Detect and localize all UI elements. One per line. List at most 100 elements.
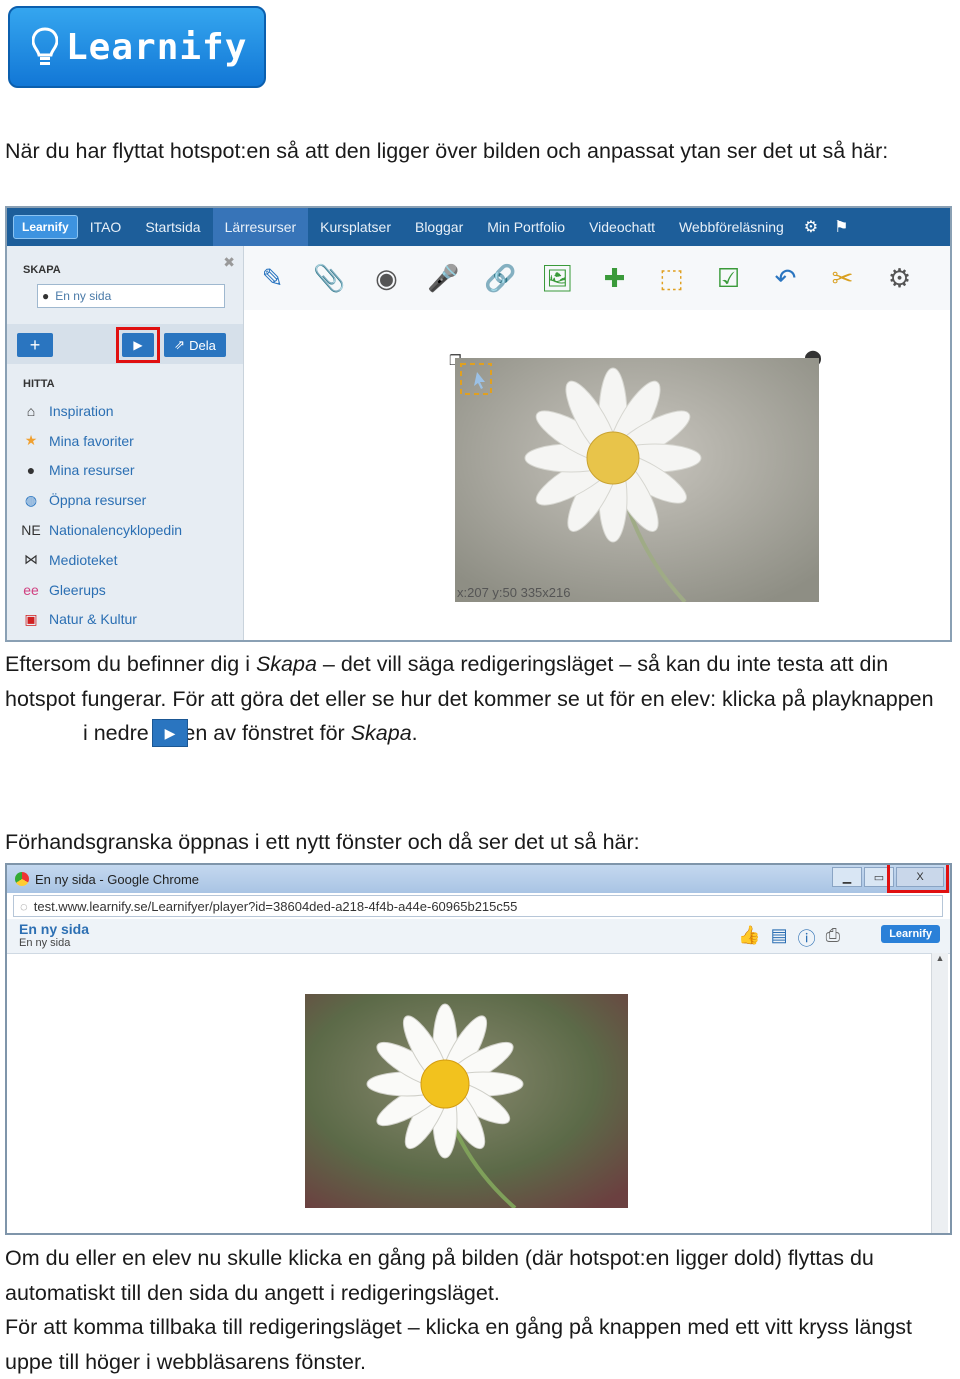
sidebar-item-label: Mina resurser bbox=[49, 462, 135, 479]
play-button-highlight bbox=[116, 327, 160, 363]
flag-icon[interactable]: ⚑ bbox=[826, 217, 856, 237]
checkbox-icon[interactable]: ☑ bbox=[700, 263, 757, 294]
print-icon[interactable]: ⎙ bbox=[826, 925, 840, 951]
minimize-button[interactable]: ▁ bbox=[832, 867, 862, 887]
skapa-paragraph: Eftersom du befinner dig i Skapa – det v… bbox=[5, 647, 955, 751]
scroll-up-icon[interactable]: ▲ bbox=[932, 953, 948, 963]
hotspot-icon[interactable]: ⬚ bbox=[643, 263, 700, 294]
url-text: test.www.learnify.se/Learnifyer/player?i… bbox=[33, 898, 518, 914]
player-logo[interactable]: Learnify bbox=[881, 925, 940, 943]
natur-kultur-icon: ▣ bbox=[24, 610, 38, 627]
flower-image-edit[interactable]: x:207 y:50 335x216 bbox=[455, 358, 819, 602]
sidebar-item[interactable]: ◍ Öppna resurser bbox=[21, 485, 182, 515]
player-icons: 👍 ▤ ⓘ ⎙ bbox=[738, 925, 840, 951]
sidebar-item-label: Natur & Kultur bbox=[49, 611, 137, 628]
sidebar-item-label: Nationalencyklopedin bbox=[49, 522, 183, 539]
paperclip-icon[interactable]: 📎 bbox=[301, 263, 358, 294]
sidebar-item[interactable]: NE Nationalencyklopedin bbox=[21, 515, 182, 545]
nav-item-startsida[interactable]: Startsida bbox=[133, 208, 212, 246]
skapa-header: SKAPA bbox=[23, 264, 61, 276]
image-icon[interactable]: 🖼 bbox=[529, 263, 586, 294]
page-item[interactable]: ● En ny sida bbox=[37, 284, 225, 308]
close-icon[interactable]: ✖ bbox=[223, 254, 235, 271]
undo-icon[interactable]: ↶ bbox=[757, 263, 814, 294]
sidebar-item-label: Öppna resurser bbox=[49, 492, 147, 509]
hotspot-explanation-paragraph: Om du eller en elev nu skulle klicka en … bbox=[5, 1246, 874, 1305]
share-button[interactable]: ⇗ Dela bbox=[164, 333, 226, 357]
sidebar-item[interactable]: ★ Mina favoriter bbox=[21, 426, 182, 456]
sidebar-item-label: Gleerups bbox=[49, 581, 106, 598]
address-bar[interactable]: ◌ test.www.learnify.se/Learnifyer/player… bbox=[13, 895, 943, 917]
text-segment: Eftersom du befinner dig i bbox=[5, 652, 256, 676]
top-navigation: Learnify ITAO Startsida Lärresurser Kurs… bbox=[7, 208, 950, 246]
sidebar-item[interactable]: ee Gleerups bbox=[21, 575, 182, 605]
nav-item-itao[interactable]: ITAO bbox=[78, 208, 134, 246]
webcam-icon[interactable]: ◉ bbox=[358, 263, 415, 294]
page-item-label: En ny sida bbox=[55, 289, 112, 303]
nav-item-bloggar[interactable]: Bloggar bbox=[403, 208, 475, 246]
sidebar-item-label: Medioteket bbox=[49, 551, 118, 568]
preview-paragraph: Förhandsgranska öppnas i ett nytt fönste… bbox=[5, 830, 640, 854]
preview-screenshot: En ny sida - Google Chrome ▁ ▭ X ◌ test.… bbox=[5, 863, 952, 1235]
text-segment: . bbox=[411, 721, 418, 745]
nav-item-larresurser[interactable]: Lärresurser bbox=[212, 208, 309, 246]
nav-item-min-portfolio[interactable]: Min Portfolio bbox=[475, 208, 577, 246]
sidebar-item-label: Mina favoriter bbox=[49, 432, 134, 449]
add-button[interactable]: + bbox=[17, 333, 53, 357]
return-instructions-paragraph: För att komma tillbaka till redigeringsl… bbox=[5, 1315, 913, 1374]
home-icon: ⌂ bbox=[26, 402, 36, 419]
link-icon[interactable]: 🔗 bbox=[472, 263, 529, 294]
close-button-highlight bbox=[887, 865, 949, 893]
skapa-sidebar: SKAPA ✖ ● En ny sida + ▶ ⇗ Dela HITTA ⌂ I… bbox=[7, 246, 244, 640]
folder-scissors-icon[interactable]: ✂ bbox=[814, 263, 871, 294]
info-icon[interactable]: ⓘ bbox=[798, 925, 816, 951]
user-icon: ● bbox=[26, 462, 36, 479]
ne-icon: NE bbox=[21, 522, 41, 539]
player-header: En ny sida En ny sida 👍 ▤ ⓘ ⎙ Learnify bbox=[7, 919, 950, 954]
skapa-term: Skapa bbox=[350, 721, 412, 745]
sidebar-item-label: Inspiration bbox=[49, 402, 114, 419]
nav-item-kursplatser[interactable]: Kursplatser bbox=[308, 208, 403, 246]
star-icon: ★ bbox=[24, 432, 38, 449]
window-title: En ny sida - Google Chrome bbox=[35, 871, 200, 887]
nav-item-videochatt[interactable]: Videochatt bbox=[577, 208, 667, 246]
settings-gear-icon[interactable]: ⚙ bbox=[796, 217, 826, 237]
flower-image-preview[interactable] bbox=[305, 994, 628, 1208]
share-icon: ⇗ bbox=[174, 337, 186, 352]
user-icon: ● bbox=[42, 289, 50, 303]
browser-titlebar: En ny sida - Google Chrome ▁ ▭ X bbox=[7, 865, 950, 893]
skapa-button-bar: + ▶ ⇗ Dela bbox=[7, 324, 243, 364]
chrome-icon bbox=[15, 872, 29, 886]
gear-icon[interactable]: ⚙ bbox=[871, 263, 928, 294]
intro-paragraph: När du har flyttat hotspot:en så att den… bbox=[5, 139, 889, 163]
editor-toolbar: ✎ 📎 ◉ 🎤 🔗 🖼 ✚ ⬚ ☑ ↶ ✂ ⚙ bbox=[244, 246, 950, 311]
puzzle-icon[interactable]: ✚ bbox=[586, 263, 643, 294]
scrollbar[interactable]: ▲ bbox=[931, 953, 948, 1233]
learnify-logo: Learnify bbox=[8, 6, 266, 88]
sidebar-item[interactable]: ● Mina resurser bbox=[21, 456, 182, 486]
nav-item-webbforelasning[interactable]: Webbföreläsning bbox=[667, 208, 796, 246]
editor-canvas: ❐ ⬤ bbox=[244, 310, 950, 640]
player-page-subtitle: En ny sida bbox=[19, 937, 71, 949]
skapa-term: Skapa bbox=[255, 652, 317, 676]
network-icon: ⋈ bbox=[24, 551, 38, 568]
comment-icon[interactable]: ▤ bbox=[771, 925, 788, 951]
sidebar-item[interactable]: ⌂ Inspiration bbox=[21, 396, 182, 426]
player-page-title: En ny sida bbox=[19, 921, 90, 937]
inline-play-button-icon: ▶ bbox=[152, 719, 188, 747]
logo-text: Learnify bbox=[66, 26, 248, 68]
nav-logo[interactable]: Learnify bbox=[13, 215, 78, 239]
hitta-list: ⌂ Inspiration ★ Mina favoriter ● Mina resurse… bbox=[21, 396, 182, 634]
text-segment: i nedre delen av fönstret för bbox=[77, 721, 351, 745]
editor-screenshot: Learnify ITAO Startsida Lärresurser Kurs… bbox=[5, 206, 952, 642]
sidebar-item[interactable]: ⋈ Medioteket bbox=[21, 545, 182, 575]
thumbs-up-icon[interactable]: 👍 bbox=[738, 925, 760, 951]
hitta-header: HITTA bbox=[23, 378, 55, 390]
lightbulb-icon bbox=[31, 27, 59, 67]
globe-icon: ◍ bbox=[24, 491, 38, 508]
sidebar-item[interactable]: ▣ Natur & Kultur bbox=[21, 605, 182, 635]
microphone-icon[interactable]: 🎤 bbox=[415, 263, 472, 294]
pencil-icon[interactable]: ✎ bbox=[244, 263, 301, 294]
gleerups-icon: ee bbox=[23, 581, 39, 598]
share-label: Dela bbox=[189, 337, 216, 353]
